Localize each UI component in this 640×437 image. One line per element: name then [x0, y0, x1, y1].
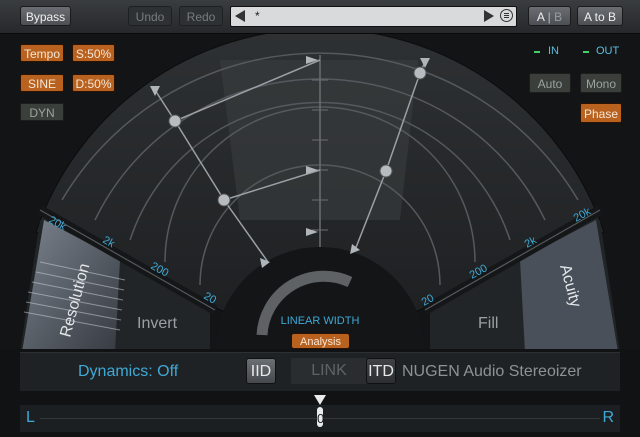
width-handle-right-lower[interactable]	[379, 164, 393, 178]
phase-button[interactable]: Phase	[580, 103, 622, 123]
width-handle-left-upper[interactable]	[168, 114, 182, 128]
in-meter-indicator	[534, 51, 540, 53]
redo-button[interactable]: Redo	[179, 6, 223, 26]
out-label: OUT	[596, 45, 620, 57]
width-handle-right-upper[interactable]	[413, 66, 427, 80]
itd-button[interactable]: ITD	[366, 358, 396, 384]
balance-slider[interactable]: L R 0	[20, 395, 620, 432]
preset-selector[interactable]: *	[230, 6, 517, 27]
depth-percent-button[interactable]: D:50%	[72, 74, 115, 92]
linear-width-label: LINEAR WIDTH	[281, 315, 360, 327]
bypass-button[interactable]: Bypass	[20, 6, 71, 26]
analysis-button[interactable]: Analysis	[291, 333, 350, 349]
fill-label: Fill	[478, 315, 498, 332]
balance-value: 0	[317, 411, 325, 426]
sync-percent-button[interactable]: S:50%	[72, 44, 115, 62]
dynamics-status[interactable]: Dynamics: Off	[78, 363, 178, 381]
preset-prev-icon[interactable]	[235, 10, 245, 22]
balance-left-label: L	[26, 409, 35, 426]
preset-name: *	[255, 9, 260, 23]
sine-button[interactable]: SINE	[20, 74, 64, 92]
ab-b-label: B	[554, 10, 563, 24]
auto-button[interactable]: Auto	[529, 73, 571, 93]
ab-separator: |	[547, 10, 551, 24]
dyn-button[interactable]: DYN	[20, 103, 64, 121]
iid-button[interactable]: IID	[246, 358, 276, 384]
balance-right-label: R	[602, 409, 614, 426]
mono-button[interactable]: Mono	[580, 73, 622, 93]
stereo-display: 20k 2k 200 20 20k 2k 200 20 Resolution A…	[0, 34, 640, 349]
preset-next-icon[interactable]	[484, 10, 494, 22]
out-meter-indicator	[583, 51, 589, 53]
invert-label: Invert	[137, 315, 178, 332]
undo-button[interactable]: Undo	[128, 6, 172, 26]
a-to-b-button[interactable]: A to B	[577, 6, 623, 26]
in-label: IN	[548, 45, 559, 57]
width-handle-left-lower[interactable]	[217, 193, 231, 207]
mode-strip: Dynamics: Off IID LINK ITD NUGEN Audio S…	[20, 352, 620, 391]
tempo-button[interactable]: Tempo	[20, 44, 64, 62]
brand-label: NUGEN Audio Stereoizer	[402, 363, 582, 380]
ab-a-label: A	[536, 10, 545, 24]
top-toolbar: Bypass Undo Redo * A | B A to B	[0, 0, 640, 34]
preset-menu-icon[interactable]	[500, 9, 513, 22]
ab-toggle-button[interactable]: A | B	[528, 6, 571, 26]
link-button[interactable]: LINK	[291, 358, 367, 384]
